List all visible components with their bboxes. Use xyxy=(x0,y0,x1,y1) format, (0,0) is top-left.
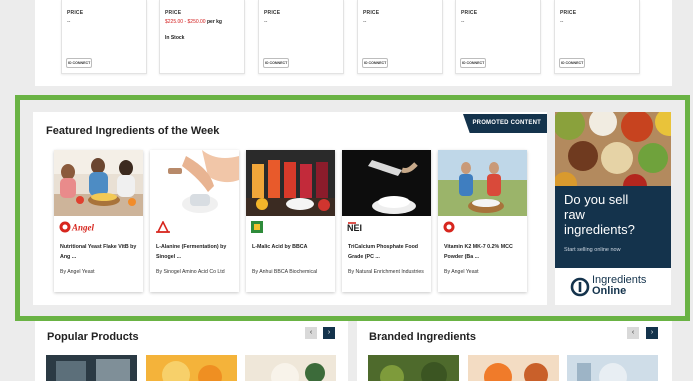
product-image[interactable] xyxy=(342,150,431,216)
spices-photo xyxy=(555,112,671,198)
product-photo xyxy=(46,355,137,381)
io-connect-button[interactable]: IO CONNECT xyxy=(66,58,92,68)
io-connect-button[interactable]: IO CONNECT xyxy=(362,58,388,68)
ingredient-name[interactable]: TriCalcium Phosphate Food Grade (PC ... xyxy=(348,243,428,262)
featured-card[interactable]: L-Alanine (Fermentation) by Sinogel ... … xyxy=(150,150,239,292)
featured-title: Featured Ingredients of the Week xyxy=(46,125,220,137)
ad-headline-line: raw xyxy=(564,207,585,222)
nei-logo-icon: NEI xyxy=(347,220,369,233)
price-value: -- xyxy=(363,19,367,25)
ingredient-name[interactable]: Nutritional Yeast Flake VitB by Ang ... xyxy=(60,243,140,262)
branded-ingredient-image[interactable] xyxy=(368,355,459,381)
ingredient-supplier: By Sinogel Amino Acid Co Ltd xyxy=(156,269,225,275)
ad-subline: Start selling online now xyxy=(564,247,621,253)
sinogel-logo-icon xyxy=(155,220,175,233)
nei-logo-text: NEI xyxy=(347,223,362,233)
price-label: PRICE xyxy=(461,10,478,16)
product-photo xyxy=(245,355,336,381)
ingredients-online-logo-icon xyxy=(570,277,590,297)
product-photo xyxy=(146,355,237,381)
branded-ingredient-image[interactable] xyxy=(567,355,658,381)
popular-prev-button[interactable]: ‹ xyxy=(305,327,317,339)
angel-logo-icon xyxy=(443,220,457,233)
stock-status: In Stock xyxy=(165,35,185,41)
price-label: PRICE xyxy=(264,10,281,16)
ad-headline-line: Do you sell xyxy=(564,192,629,207)
popular-next-button[interactable]: › xyxy=(323,327,335,339)
price-card[interactable]: PRICE -- IO CONNECT xyxy=(258,0,344,74)
ad-headline: Do you sell raw ingredients? xyxy=(564,192,635,237)
price-card[interactable]: PRICE -- IO CONNECT xyxy=(357,0,443,74)
powder-hands-photo xyxy=(150,150,239,216)
ingredient-name[interactable]: L-Malic Acid by BBCA xyxy=(252,243,332,253)
price-label: PRICE xyxy=(67,10,84,16)
sell-ingredients-ad[interactable]: Do you sell raw ingredients? Start selli… xyxy=(555,112,671,305)
chevron-right-icon: › xyxy=(327,329,331,336)
price-value: -- xyxy=(264,19,268,25)
price-value: -- xyxy=(461,19,465,25)
branded-ingredient-image[interactable] xyxy=(468,355,559,381)
product-photo xyxy=(468,355,559,381)
ingredient-supplier: By Angel Yeast xyxy=(60,269,95,275)
ad-headline-line: ingredients? xyxy=(564,222,635,237)
hikers-photo xyxy=(438,150,527,216)
juices-photo xyxy=(246,150,335,216)
chevron-left-icon: ‹ xyxy=(309,329,313,336)
bbca-logo-icon xyxy=(251,220,265,233)
promoted-content-badge: PROMOTED CONTENT xyxy=(463,114,547,133)
price-card[interactable]: PRICE $225.00 - $250.00 per kg In Stock xyxy=(159,0,245,74)
branded-next-button[interactable]: › xyxy=(646,327,658,339)
featured-card[interactable]: NEI TriCalcium Phosphate Food Grade (PC … xyxy=(342,150,431,292)
angel-logo-icon: Angel xyxy=(59,220,99,233)
angel-logo-text: Angel xyxy=(71,223,95,233)
price-range: $225.00 - $250.00 xyxy=(165,19,206,25)
product-photo xyxy=(567,355,658,381)
chevron-right-icon: › xyxy=(650,329,654,336)
family-cooking-photo xyxy=(54,150,143,216)
price-card[interactable]: PRICE -- IO CONNECT xyxy=(455,0,541,74)
branded-prev-button[interactable]: ‹ xyxy=(627,327,639,339)
product-photo xyxy=(368,355,459,381)
ingredient-supplier: By Natural Enrichment Industries xyxy=(348,269,424,275)
featured-card[interactable]: Vitamin K2 MK-7 0.2% MCC Powder (Ba ... … xyxy=(438,150,527,292)
ad-banner[interactable]: Do you sell raw ingredients? Start selli… xyxy=(555,112,671,268)
featured-card[interactable]: Angel Nutritional Yeast Flake VitB by An… xyxy=(54,150,143,292)
io-connect-button[interactable]: IO CONNECT xyxy=(460,58,486,68)
io-connect-button[interactable]: IO CONNECT xyxy=(263,58,289,68)
featured-card[interactable]: L-Malic Acid by BBCA By Anhui BBCA Bioch… xyxy=(246,150,335,292)
ingredient-name[interactable]: L-Alanine (Fermentation) by Sinogel ... xyxy=(156,243,236,262)
popular-product-image[interactable] xyxy=(46,355,137,381)
brand-line-2: Online xyxy=(592,285,627,297)
ingredient-name[interactable]: Vitamin K2 MK-7 0.2% MCC Powder (Ba ... xyxy=(444,243,524,262)
price-label: PRICE xyxy=(165,10,182,16)
ingredient-supplier: By Anhui BBCA Biochemical xyxy=(252,269,318,275)
product-image[interactable] xyxy=(438,150,527,216)
price-label: PRICE xyxy=(363,10,380,16)
price-card[interactable]: PRICE -- IO CONNECT xyxy=(61,0,147,74)
popular-product-image[interactable] xyxy=(245,355,336,381)
price-label: PRICE xyxy=(560,10,577,16)
ingredients-online-logo: Ingredients Online xyxy=(592,275,646,297)
price-value: -- xyxy=(67,19,71,25)
product-image[interactable] xyxy=(246,150,335,216)
popular-product-image[interactable] xyxy=(146,355,237,381)
powder-scoop-photo xyxy=(342,150,431,216)
price-unit: per kg xyxy=(205,19,222,25)
ingredient-supplier: By Angel Yeast xyxy=(444,269,479,275)
io-connect-button[interactable]: IO CONNECT xyxy=(559,58,585,68)
chevron-left-icon: ‹ xyxy=(631,329,635,336)
product-image[interactable] xyxy=(150,150,239,216)
price-value: -- xyxy=(560,19,564,25)
popular-products-title: Popular Products xyxy=(47,331,139,343)
branded-ingredients-title: Branded Ingredients xyxy=(369,331,476,343)
product-image[interactable] xyxy=(54,150,143,216)
price-card[interactable]: PRICE -- IO CONNECT xyxy=(554,0,640,74)
price-value: $225.00 - $250.00 per kg xyxy=(165,19,240,25)
